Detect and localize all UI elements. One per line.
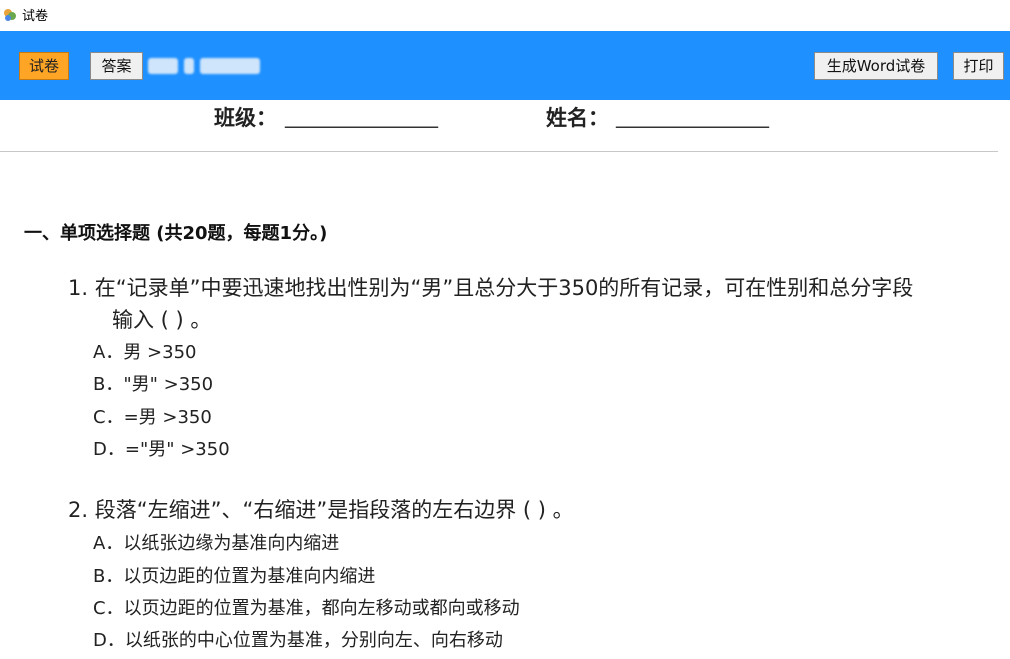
name-blank: ________________ <box>616 104 769 128</box>
answer-tab-button[interactable]: 答案 <box>90 52 143 80</box>
question-1-stem-cont: 输入 ( ) 。 <box>112 308 212 332</box>
question-1-stem: 1. 在“记录单”中要迅速地找出性别为“男”且总分大于350的所有记录，可在性别… <box>68 276 914 300</box>
redacted-area <box>148 58 178 74</box>
question-2-stem: 2. 段落“左缩进”、“右缩进”是指段落的左右边界 ( ) 。 <box>68 498 574 522</box>
class-blank: ________________ <box>285 104 438 128</box>
header-divider <box>0 151 998 152</box>
question-1-option-b: B．"男" >350 <box>93 374 214 395</box>
name-label: 姓名： <box>546 106 609 130</box>
print-button[interactable]: 打印 <box>953 52 1004 80</box>
generate-word-button[interactable]: 生成Word试卷 <box>814 52 938 80</box>
redacted-area <box>200 58 260 74</box>
question-1-option-a: A．男 >350 <box>93 342 197 363</box>
toolbar: 试卷 答案 生成Word试卷 打印 <box>0 31 1010 100</box>
question-2-option-b: B．以页边距的位置为基准向内缩进 <box>93 566 376 587</box>
exam-tab-button[interactable]: 试卷 <box>19 52 69 80</box>
section-title: 一、单项选择题 (共20题，每题1分。) <box>24 223 328 244</box>
app-icon <box>2 7 18 23</box>
redacted-area <box>184 58 194 74</box>
class-label: 班级： <box>214 106 277 130</box>
question-1-option-c: C．=男 >350 <box>93 407 212 428</box>
question-2-option-d: D．以纸张的中心位置为基准，分别向左、向右移动 <box>93 630 503 651</box>
exam-header: 班级： ________________ 姓名： _______________… <box>0 100 1010 130</box>
question-2-option-c: C．以页边距的位置为基准，都向左移动或都向或移动 <box>93 598 520 619</box>
window-titlebar: 试卷 <box>0 0 1010 31</box>
window-title: 试卷 <box>22 9 49 24</box>
question-2-option-a: A．以纸张边缘为基准向内缩进 <box>93 533 340 554</box>
question-1-option-d: D．="男" >350 <box>93 439 230 460</box>
